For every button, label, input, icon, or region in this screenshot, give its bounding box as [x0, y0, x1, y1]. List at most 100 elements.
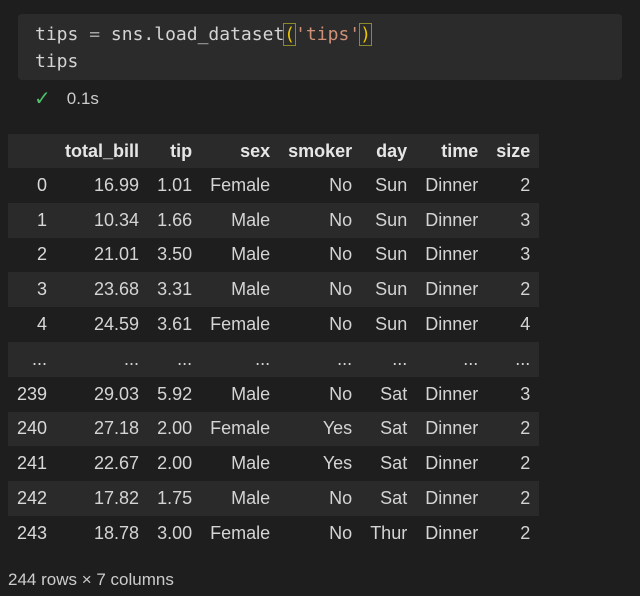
dataframe-shape: 244 rows × 7 columns [8, 570, 174, 589]
cell-sex: Male [201, 446, 280, 482]
cell-size: 3 [487, 237, 540, 273]
cell-index: 241 [8, 446, 57, 482]
cell-tip: ... [148, 341, 202, 377]
cell-tip: 1.75 [148, 481, 202, 516]
cell-index: 0 [8, 168, 57, 203]
dataframe-table: total_bill tip sex smoker day time size … [8, 134, 540, 551]
cell-smoker: No [279, 168, 362, 203]
cell-sex: Female [201, 168, 280, 203]
cell-time: ... [416, 341, 488, 377]
cell-sex: Male [201, 272, 280, 308]
cell-tip: 3.00 [148, 515, 202, 551]
cell-time: Dinner [416, 202, 488, 238]
cell-index: 243 [8, 515, 57, 551]
cell-smoker: ... [279, 341, 362, 377]
cell-tip: 3.50 [148, 237, 202, 273]
cell-sex: Female [201, 515, 280, 551]
cell-index: 4 [8, 307, 57, 342]
cell-time: Dinner [416, 168, 488, 203]
column-header-total-bill: total_bill [56, 134, 149, 168]
cell-index: 242 [8, 481, 57, 516]
cell-smoker: No [279, 202, 362, 238]
cell-size: 2 [487, 515, 540, 551]
table-row: 242 17.82 1.75 Male No Sat Dinner 2 [8, 481, 540, 516]
table-row: 2 21.01 3.50 Male No Sun Dinner 3 [8, 237, 540, 273]
cell-sex: ... [201, 341, 280, 377]
cell-smoker: No [279, 272, 362, 308]
cell-size: 3 [487, 376, 540, 412]
cell-time: Dinner [416, 307, 488, 342]
cell-smoker: No [279, 237, 362, 273]
cell-total-bill: 22.67 [56, 446, 149, 482]
table-body: 0 16.99 1.01 Female No Sun Dinner 2 1 10.34 1.66 Ma… [8, 168, 540, 551]
cell-day: Sat [361, 376, 417, 412]
cell-tip: 2.00 [148, 446, 202, 482]
cell-day: Sun [361, 168, 417, 203]
cell-size: 2 [487, 272, 540, 308]
table-row: 0 16.99 1.01 Female No Sun Dinner 2 [8, 168, 540, 203]
cell-size: ... [487, 341, 540, 377]
cell-day: ... [361, 341, 417, 377]
cell-day: Thur [361, 515, 417, 551]
table-header-row: total_bill tip sex smoker day time size [8, 134, 540, 168]
cell-day: Sat [361, 446, 417, 482]
cell-smoker: Yes [279, 446, 362, 482]
cell-day: Sat [361, 411, 417, 447]
column-header-index [8, 134, 57, 168]
table-row: 239 29.03 5.92 Male No Sat Dinner 3 [8, 376, 540, 412]
cell-day: Sun [361, 272, 417, 308]
cell-total-bill: 24.59 [56, 307, 149, 342]
table-row: 240 27.18 2.00 Female Yes Sat Dinner 2 [8, 411, 540, 447]
operator-token: = [89, 24, 101, 45]
cell-total-bill: ... [56, 341, 149, 377]
code-editor[interactable]: tips = sns.load_dataset('tips') tips [18, 14, 622, 80]
cell-sex: Female [201, 307, 280, 342]
cell-size: 2 [487, 446, 540, 482]
cell-total-bill: 17.82 [56, 481, 149, 516]
cell-sex: Male [201, 481, 280, 516]
cell-total-bill: 18.78 [56, 515, 149, 551]
variable-token: tips [35, 24, 79, 45]
column-header-tip: tip [148, 134, 202, 168]
cell-index: ... [8, 341, 57, 377]
notebook-code-cell[interactable]: tips = sns.load_dataset('tips') tips ✓ 0… [0, 0, 640, 122]
cell-day: Sun [361, 307, 417, 342]
cell-tip: 1.01 [148, 168, 202, 203]
cell-smoker: No [279, 515, 362, 551]
cell-size: 2 [487, 411, 540, 447]
table-row: 1 10.34 1.66 Male No Sun Dinner 3 [8, 202, 540, 238]
cell-total-bill: 21.01 [56, 237, 149, 273]
cell-tip: 1.66 [148, 202, 202, 238]
cell-total-bill: 29.03 [56, 376, 149, 412]
table-row: 241 22.67 2.00 Male Yes Sat Dinner 2 [8, 446, 540, 482]
cell-size: 3 [487, 202, 540, 238]
cell-index: 240 [8, 411, 57, 447]
cell-tip: 3.31 [148, 272, 202, 308]
table-row: 3 23.68 3.31 Male No Sun Dinner 2 [8, 272, 540, 308]
cell-index: 2 [8, 237, 57, 273]
cell-smoker: Yes [279, 411, 362, 447]
cell-total-bill: 10.34 [56, 202, 149, 238]
table-row: 243 18.78 3.00 Female No Thur Dinner 2 [8, 515, 540, 551]
cell-sex: Male [201, 376, 280, 412]
cell-index: 3 [8, 272, 57, 308]
table-row: ........................ [8, 341, 540, 377]
cell-index: 239 [8, 376, 57, 412]
column-header-size: size [487, 134, 540, 168]
cell-smoker: No [279, 307, 362, 342]
cell-tip: 5.92 [148, 376, 202, 412]
cell-tip: 2.00 [148, 411, 202, 447]
cell-time: Dinner [416, 376, 488, 412]
cell-day: Sun [361, 202, 417, 238]
execution-status: ✓ 0.1s [34, 86, 99, 112]
cell-time: Dinner [416, 237, 488, 273]
cell-time: Dinner [416, 272, 488, 308]
check-icon: ✓ [34, 88, 51, 110]
cell-time: Dinner [416, 411, 488, 447]
cell-smoker: No [279, 481, 362, 516]
cell-size: 4 [487, 307, 540, 342]
cell-time: Dinner [416, 446, 488, 482]
cell-index: 1 [8, 202, 57, 238]
cell-sex: Male [201, 237, 280, 273]
cell-total-bill: 23.68 [56, 272, 149, 308]
